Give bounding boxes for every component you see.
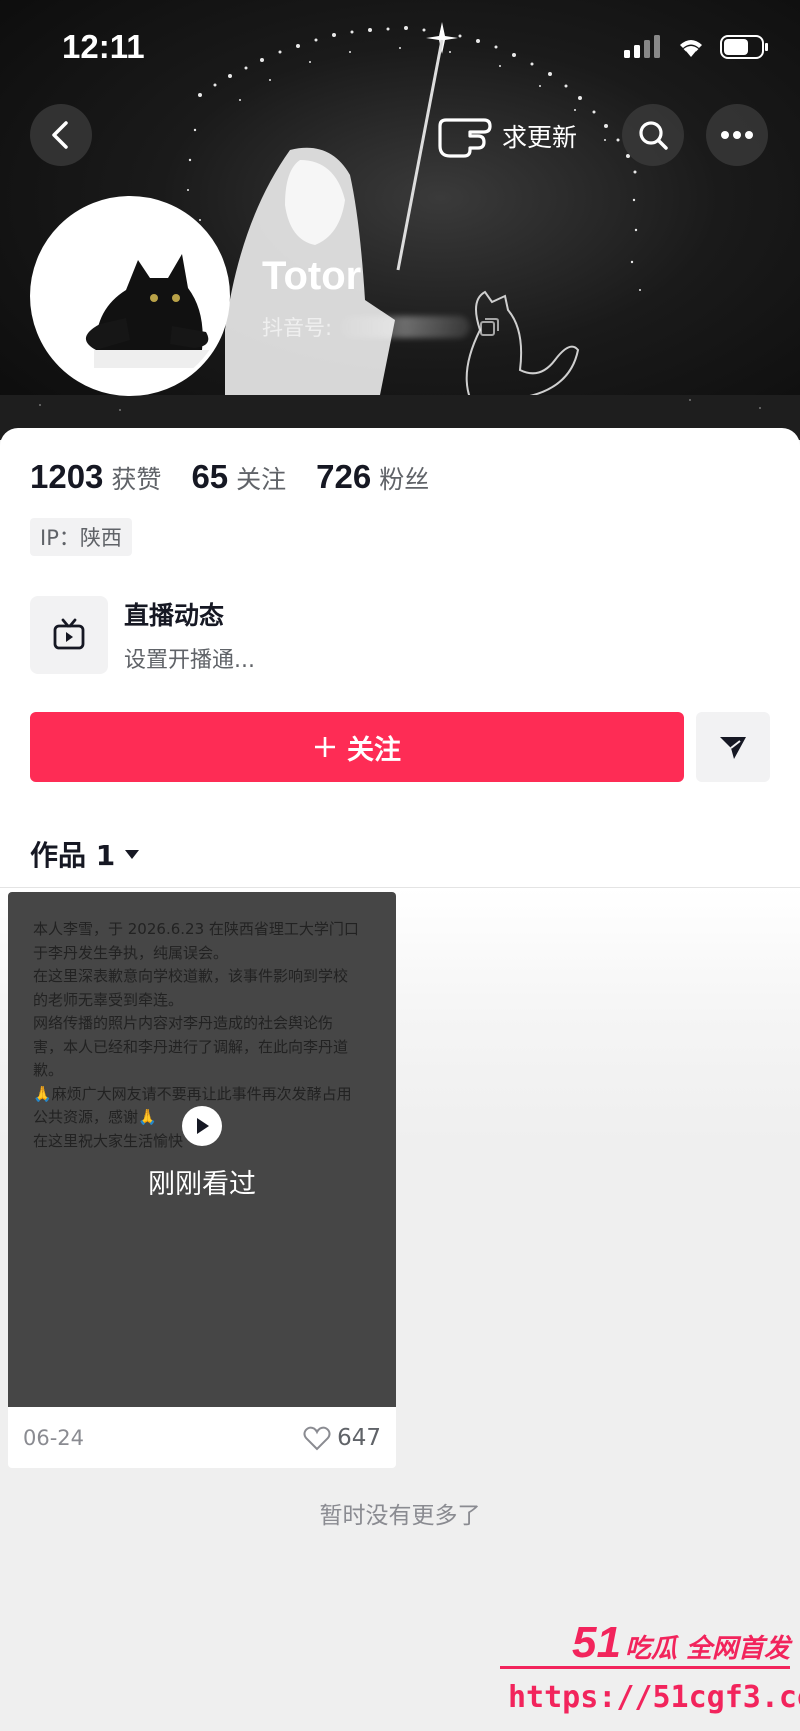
send-message-button[interactable] [696,712,770,782]
thumbnail-line: 于李丹发生争执，纯属误会。 [33,943,229,962]
live-dynamic-entry[interactable]: 直播动态 设置开播通... [30,596,255,674]
profile-banner: 12:11 求更新 Totor 抖音号: [0,0,800,440]
video-date: 06-24 [23,1425,85,1450]
play-icon [197,1118,209,1134]
more-button[interactable] [706,104,768,166]
signal-icon [624,35,660,58]
douyin-id-blurred [340,316,471,338]
follow-button[interactable]: 关注 [30,712,684,782]
douyin-id-label: 抖音号: [262,316,333,340]
watermark-text: 吃瓜 全网首发 [624,1634,791,1664]
plus-icon [315,737,335,757]
search-button[interactable] [622,104,684,166]
stat-label: 获赞 [111,465,162,494]
profile-card: 1203 获赞 65 关注 726 粉丝 IP：陕西 直播动态 设置开播通... [0,428,800,888]
heart-icon [303,1426,331,1450]
request-update-label: 求更新 [502,123,578,152]
douyin-id: 抖音号: [262,312,500,342]
status-bar: 12:11 [0,0,800,96]
video-thumbnail: 本人李雪，于 2026.6.23 在陕西省理工大学门口 于李丹发生争执，纯属误会… [8,892,396,1407]
thumbnail-line: 在这里深表歉意向学校道歉，该事件影响到学校 [33,967,349,985]
watermark-number: 51 [572,1618,621,1667]
stat-followers[interactable]: 726 粉丝 [316,458,429,496]
watermark-underline [500,1666,790,1669]
status-time: 12:11 [62,28,145,65]
video-likes: 647 [303,1425,381,1451]
black-cat-avatar-image [34,200,226,392]
avatar[interactable] [30,196,230,396]
battery-icon [720,35,768,59]
request-update-button[interactable]: 求更新 [434,110,577,162]
stat-label: 粉丝 [379,465,430,494]
play-button[interactable] [182,1106,222,1146]
stat-likes[interactable]: 1203 获赞 [30,458,161,496]
stat-value: 1203 [30,458,104,495]
tab-works[interactable]: 作品 1 [30,834,141,874]
thumbnail-line: 的老师无辜受到牵连。 [33,990,184,1009]
live-icon-box [30,596,108,674]
more-dots-icon [721,131,753,139]
recently-viewed-label: 刚刚看过 [148,1169,256,1200]
thumbnail-line: 歉。 [33,1061,64,1079]
stats-row: 1203 获赞 65 关注 726 粉丝 [30,458,429,496]
copy-icon[interactable] [478,316,500,338]
back-button[interactable] [30,104,92,166]
watermark-logo: 51 吃瓜 全网首发 [572,1618,790,1668]
ip-location-tag: IP：陕西 [30,518,132,556]
no-more-content-text: 暂时没有更多了 [319,1503,481,1529]
watermark-url: https://51cgf3.com [508,1680,800,1715]
pointing-hand-icon [438,118,492,158]
thumbnail-line: 网络传播的照片内容对李丹造成的社会舆论伤 [33,1014,334,1032]
stat-following[interactable]: 65 关注 [191,458,286,496]
live-title: 直播动态 [124,601,225,630]
live-subtitle: 设置开播通... [124,648,255,673]
stat-label: 关注 [236,465,287,494]
thumbnail-line: 害，本人已经和李丹进行了调解，在此向李丹道 [33,1037,349,1056]
video-card[interactable]: 本人李雪，于 2026.6.23 在陕西省理工大学门口 于李丹发生争执，纯属误会… [8,892,396,1468]
chevron-left-icon [52,121,68,149]
video-meta: 06-24 647 [8,1407,396,1468]
thumbnail-line: 🙏麻烦广大网友请不要再让此事件再次发酵占用 [33,1084,352,1103]
nickname: Totor [262,254,362,298]
stat-value: 65 [191,458,229,495]
tab-works-label: 作品 1 [30,839,116,872]
paper-plane-icon [720,737,746,759]
stat-value: 726 [316,458,372,495]
wifi-icon [680,40,702,57]
caret-down-icon [125,850,140,859]
search-icon [639,121,668,150]
video-like-count: 647 [337,1424,381,1451]
follow-label: 关注 [347,734,401,766]
thumbnail-line: 本人李雪，于 2026.6.23 在陕西省理工大学门口 [33,920,359,938]
tv-play-icon [53,618,85,650]
